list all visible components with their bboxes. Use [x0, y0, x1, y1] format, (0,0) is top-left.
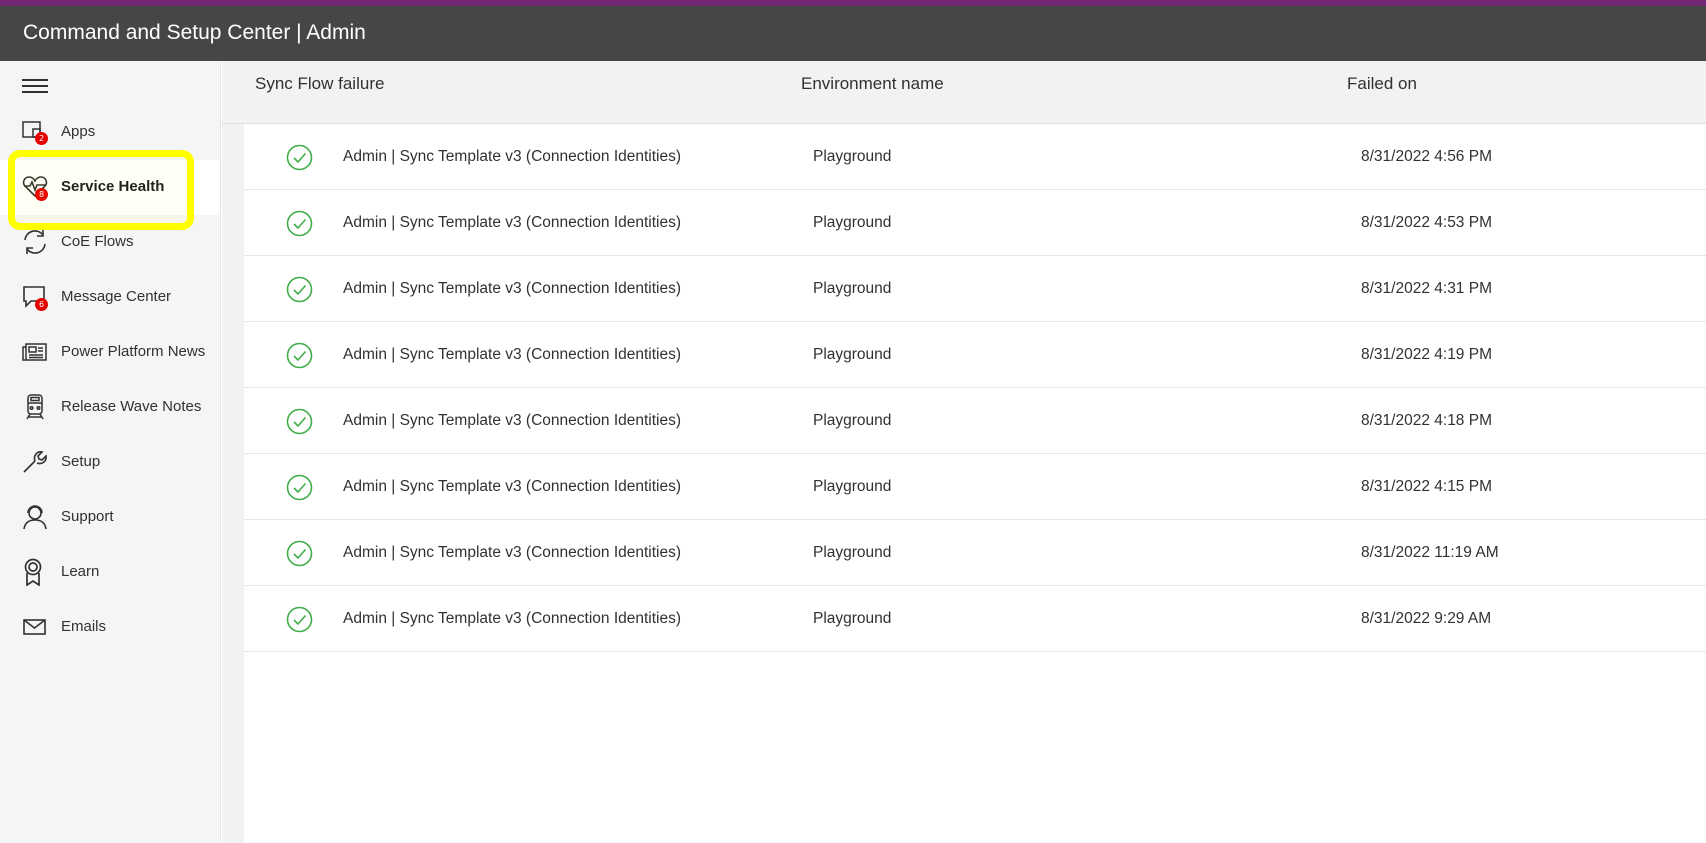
sidebar-item-label: Support: [61, 508, 114, 525]
sidebar-item-label: Setup: [61, 453, 101, 470]
main-content: Sync Flow failure Environment name Faile…: [222, 61, 1706, 843]
flow-name-cell: Admin | Sync Template v3 (Connection Ide…: [343, 346, 682, 363]
check-circle-icon: [286, 342, 313, 369]
flow-name-cell: Admin | Sync Template v3 (Connection Ide…: [343, 148, 682, 165]
sidebar-item-release-wave-notes[interactable]: Release Wave Notes: [0, 380, 220, 435]
failed-on-cell: 8/31/2022 4:56 PM: [1361, 148, 1492, 165]
sidebar-item-setup[interactable]: Setup: [0, 435, 220, 490]
column-header-failed-on[interactable]: Failed on: [1347, 74, 1417, 94]
check-circle-icon: [286, 540, 313, 567]
train-icon: [21, 393, 49, 421]
failed-on-cell: 8/31/2022 11:19 AM: [1361, 544, 1499, 561]
sync-icon: [21, 228, 49, 256]
sidebar-item-emails[interactable]: Emails: [0, 600, 220, 655]
service-health-badge: 8: [35, 188, 48, 201]
sidebar-item-label: Power Platform News: [61, 343, 206, 360]
sidebar-item-coe-flows[interactable]: CoE Flows: [0, 215, 220, 270]
environment-cell: Playground: [813, 280, 892, 297]
sidebar-item-message-center[interactable]: 6 Message Center: [0, 270, 220, 325]
flow-name-cell: Admin | Sync Template v3 (Connection Ide…: [343, 610, 682, 627]
wrench-icon: [21, 448, 49, 476]
sidebar-item-apps[interactable]: 2 Apps: [0, 105, 220, 160]
environment-cell: Playground: [813, 478, 892, 495]
failed-on-cell: 8/31/2022 9:29 AM: [1361, 610, 1492, 627]
apps-badge: 2: [35, 132, 48, 145]
check-circle-icon: [286, 408, 313, 435]
mail-icon: [21, 613, 49, 641]
table-row[interactable]: Admin | Sync Template v3 (Connection Ide…: [244, 586, 1706, 652]
content-gutter: [222, 124, 244, 843]
sidebar-item-label: Service Health: [61, 178, 165, 195]
failed-on-cell: 8/31/2022 4:31 PM: [1361, 280, 1492, 297]
news-icon: [21, 338, 49, 366]
failed-on-cell: 8/31/2022 4:53 PM: [1361, 214, 1492, 231]
sidebar-item-label: Emails: [61, 618, 107, 635]
ribbon-award-icon: [21, 558, 49, 586]
sidebar-item-label: Message Center: [61, 288, 172, 305]
sidebar-item-label: Release Wave Notes: [61, 398, 202, 415]
environment-cell: Playground: [813, 412, 892, 429]
flow-name-cell: Admin | Sync Template v3 (Connection Ide…: [343, 412, 682, 429]
check-circle-icon: [286, 210, 313, 237]
environment-cell: Playground: [813, 346, 892, 363]
check-circle-icon: [286, 276, 313, 303]
table-header: Sync Flow failure Environment name Faile…: [222, 61, 1706, 124]
environment-cell: Playground: [813, 214, 892, 231]
column-header-sync-flow-failure[interactable]: Sync Flow failure: [255, 74, 384, 94]
failed-on-cell: 8/31/2022 4:18 PM: [1361, 412, 1492, 429]
sidebar: 2 Apps 8 Service Health CoE Flows 6 Mess…: [0, 61, 221, 843]
check-circle-icon: [286, 144, 313, 171]
sidebar-item-label: Apps: [61, 123, 96, 140]
sidebar-item-power-platform-news[interactable]: Power Platform News: [0, 325, 220, 380]
table-row[interactable]: Admin | Sync Template v3 (Connection Ide…: [244, 190, 1706, 256]
table-row[interactable]: Admin | Sync Template v3 (Connection Ide…: [244, 256, 1706, 322]
check-circle-icon: [286, 474, 313, 501]
table-row[interactable]: Admin | Sync Template v3 (Connection Ide…: [244, 388, 1706, 454]
check-circle-icon: [286, 606, 313, 633]
environment-cell: Playground: [813, 148, 892, 165]
flow-name-cell: Admin | Sync Template v3 (Connection Ide…: [343, 280, 682, 297]
column-header-environment-name[interactable]: Environment name: [801, 74, 944, 94]
app-header: Command and Setup Center | Admin: [0, 6, 1706, 61]
sidebar-item-learn[interactable]: Learn: [0, 545, 220, 600]
environment-cell: Playground: [813, 610, 892, 627]
sidebar-item-label: Learn: [61, 563, 100, 580]
sidebar-item-service-health[interactable]: 8 Service Health: [0, 160, 220, 215]
flow-name-cell: Admin | Sync Template v3 (Connection Ide…: [343, 544, 682, 561]
failed-on-cell: 8/31/2022 4:15 PM: [1361, 478, 1492, 495]
app-title: Command and Setup Center | Admin: [23, 21, 366, 44]
table-row[interactable]: Admin | Sync Template v3 (Connection Ide…: [244, 322, 1706, 388]
table-row[interactable]: Admin | Sync Template v3 (Connection Ide…: [244, 124, 1706, 190]
flow-name-cell: Admin | Sync Template v3 (Connection Ide…: [343, 478, 682, 495]
message-center-badge: 6: [35, 298, 48, 311]
table-row[interactable]: Admin | Sync Template v3 (Connection Ide…: [244, 454, 1706, 520]
environment-cell: Playground: [813, 544, 892, 561]
failed-on-cell: 8/31/2022 4:19 PM: [1361, 346, 1492, 363]
hamburger-menu-icon[interactable]: [22, 76, 48, 96]
flow-name-cell: Admin | Sync Template v3 (Connection Ide…: [343, 214, 682, 231]
table-row[interactable]: Admin | Sync Template v3 (Connection Ide…: [244, 520, 1706, 586]
sidebar-item-support[interactable]: Support: [0, 490, 220, 545]
headset-person-icon: [21, 503, 49, 531]
sidebar-item-label: CoE Flows: [61, 233, 134, 250]
